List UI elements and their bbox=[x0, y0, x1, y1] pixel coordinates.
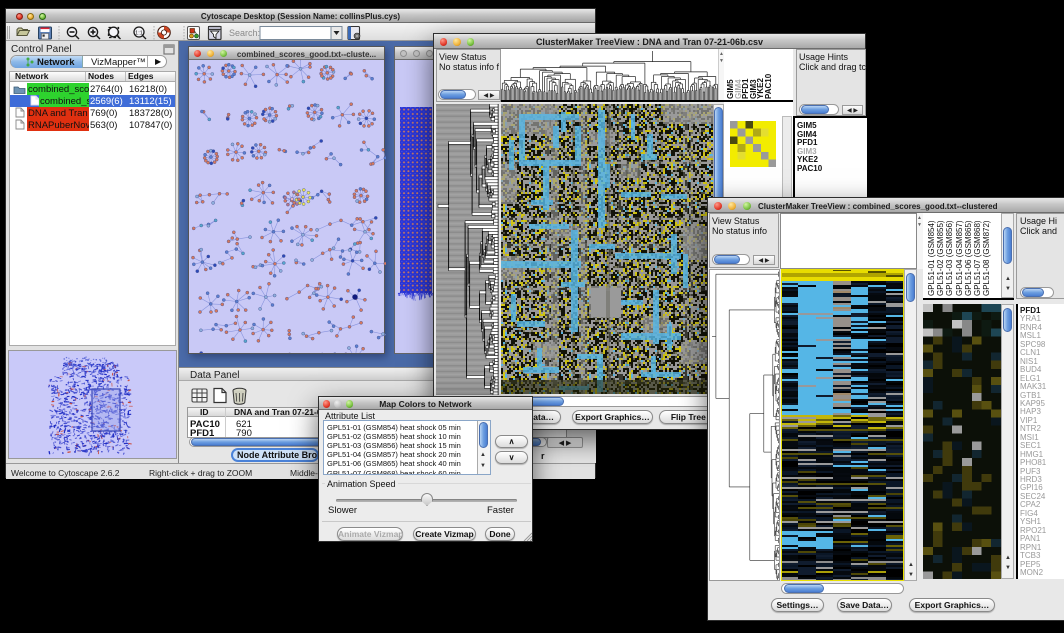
svg-text:Search:: Search: bbox=[229, 28, 260, 38]
svg-text:1:1: 1:1 bbox=[135, 30, 143, 36]
